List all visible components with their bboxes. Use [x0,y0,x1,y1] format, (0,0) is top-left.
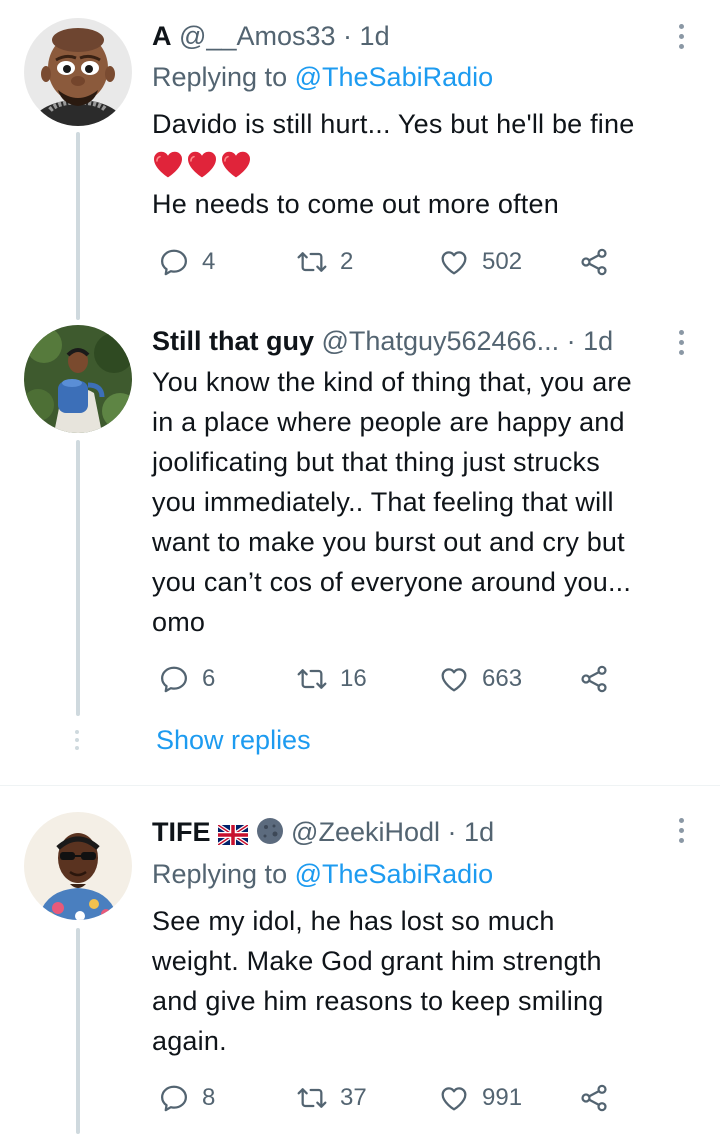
thread-gap-dots [75,730,79,750]
like-button[interactable]: 991 [438,1078,522,1118]
red-heart-emoji-icon [186,149,218,179]
more-options-icon[interactable] [674,818,688,843]
tweet-line: weight. Make God grant him strength [152,946,602,976]
separator-dot: · [566,326,576,356]
divider [0,785,720,786]
tweet-actions: 4 2 502 [152,242,622,282]
tweet-actions: 6 16 663 [152,659,622,699]
replying-prefix: Replying to [152,859,288,889]
tweet-header: A @__Amos33 · 1d [152,18,390,54]
tweet-line: You know the kind of thing that, you are [152,367,632,397]
display-name[interactable]: TIFE [152,817,211,847]
show-replies-link[interactable]: Show replies [156,722,311,758]
reply-count: 8 [202,1084,216,1111]
display-name[interactable]: A [152,21,172,51]
reply-icon [158,1082,190,1114]
retweet-icon [296,663,328,695]
share-icon [578,663,610,695]
thread-connector-line [76,928,80,1134]
tweet-line: Davido is still hurt... Yes but he'll be… [152,109,635,139]
tweet-text: You know the kind of thing that, you are… [152,362,697,642]
tweet-line: want to make you burst out and cry but [152,527,625,557]
retweet-count: 37 [340,1084,367,1111]
like-count: 663 [482,665,523,692]
retweet-icon [296,246,328,278]
tweet-header: TIFE @ZeekiHodl · 1d [152,814,494,850]
timestamp[interactable]: 1d [464,817,494,847]
retweet-count: 2 [340,248,354,275]
reply-count: 4 [202,248,216,275]
heart-emojis [152,144,697,184]
tweet-line: in a place where people are happy and [152,407,625,437]
avatar-amos[interactable] [24,18,132,126]
tweet-line: you immediately.. That feeling that will [152,487,614,517]
like-count: 991 [482,1084,523,1111]
share-icon [578,246,610,278]
tweet-line: and give him reasons to keep smiling [152,986,604,1016]
like-count: 502 [482,248,523,275]
user-handle[interactable]: @__Amos33 [179,21,336,51]
user-handle[interactable]: @ZeekiHodl [291,817,440,847]
replying-prefix: Replying to [152,62,288,92]
separator-dot: · [343,21,353,51]
tweet-text: Davido is still hurt... Yes but he'll be… [152,104,697,224]
like-button[interactable]: 502 [438,242,522,282]
share-button[interactable] [578,1078,610,1118]
reply-button[interactable]: 6 [158,659,215,699]
retweet-icon [296,1082,328,1114]
avatar-tife[interactable] [24,812,132,920]
retweet-button[interactable]: 2 [296,242,353,282]
new-moon-face-emoji-icon [256,818,283,844]
reply-button[interactable]: 8 [158,1078,215,1118]
tweet-line: He needs to come out more often [152,189,559,219]
retweet-button[interactable]: 16 [296,659,367,699]
retweet-button[interactable]: 37 [296,1078,367,1118]
thread-connector-line [76,440,80,716]
more-options-icon[interactable] [674,330,688,355]
heart-icon [438,246,470,278]
user-handle[interactable]: @Thatguy562466... [322,326,560,356]
tweet-actions: 8 37 991 [152,1078,622,1118]
timestamp[interactable]: 1d [583,326,613,356]
replying-to-mention[interactable]: @TheSabiRadio [295,859,494,889]
reply-icon [158,246,190,278]
tweet-line: you can’t cos of everyone around you... [152,567,632,597]
separator-dot: · [447,817,457,847]
red-heart-emoji-icon [152,149,184,179]
reply-button[interactable]: 4 [158,242,215,282]
share-button[interactable] [578,659,610,699]
retweet-count: 16 [340,665,367,692]
reply-icon [158,663,190,695]
avatar-still-that-guy[interactable] [24,325,132,433]
like-button[interactable]: 663 [438,659,522,699]
uk-flag-emoji-icon [218,825,249,845]
display-name[interactable]: Still that guy [152,326,314,356]
thread-connector-line [76,132,80,320]
tweet-text: See my idol, he has lost so much weight.… [152,901,697,1061]
tweet-line: omo [152,607,206,637]
share-button[interactable] [578,242,610,282]
heart-icon [438,663,470,695]
heart-icon [438,1082,470,1114]
timestamp[interactable]: 1d [360,21,390,51]
tweet-header: Still that guy @Thatguy562466... · 1d [152,323,613,359]
replying-to-mention[interactable]: @TheSabiRadio [295,62,494,92]
share-icon [578,1082,610,1114]
tweet-line: again. [152,1026,227,1056]
replying-to: Replying to @TheSabiRadio [152,856,493,892]
tweet-line: See my idol, he has lost so much [152,906,555,936]
tweet-line: joolificating but that thing just struck… [152,447,600,477]
replying-to: Replying to @TheSabiRadio [152,59,493,95]
reply-count: 6 [202,665,216,692]
red-heart-emoji-icon [220,149,252,179]
more-options-icon[interactable] [674,24,688,49]
